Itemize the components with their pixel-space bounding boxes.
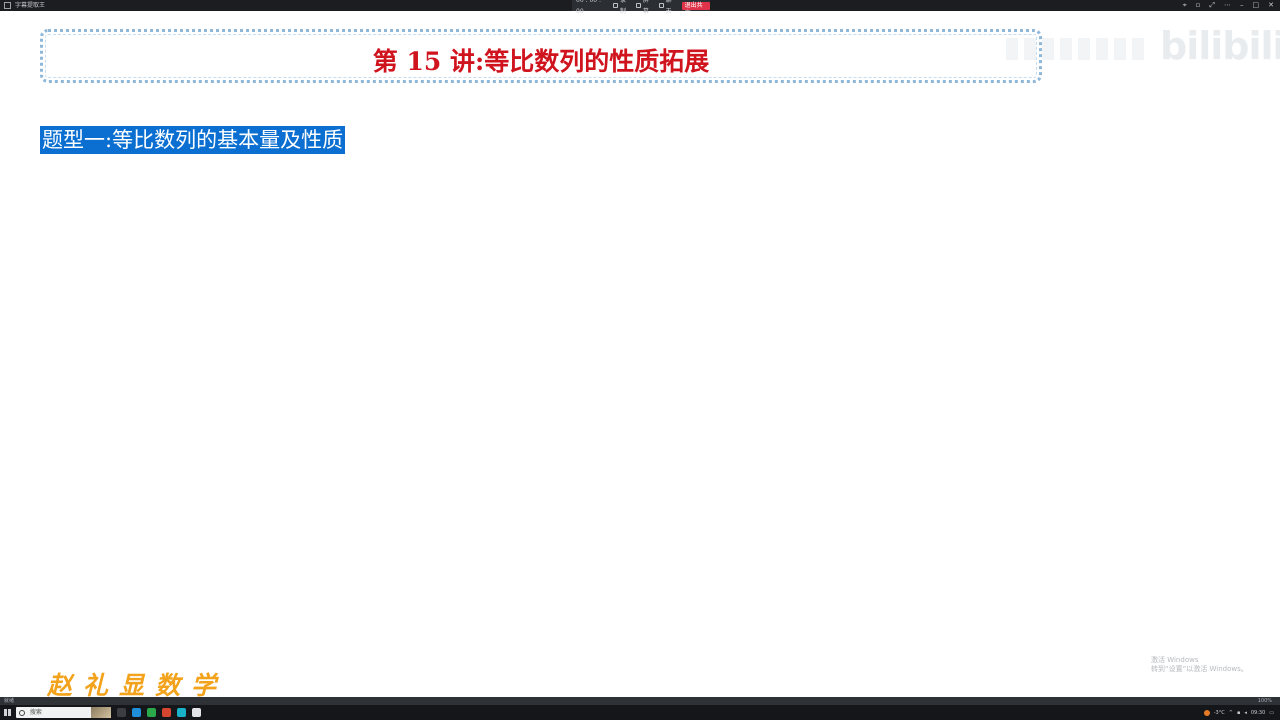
- screen-button[interactable]: 屏幕: [636, 0, 654, 17]
- slide-title: 第 15 讲:等比数列的性质拓展: [372, 47, 710, 76]
- active-app-icon[interactable]: [192, 708, 201, 717]
- clock[interactable]: 09:30: [1251, 710, 1265, 716]
- system-tray: -3°C ^ ▪ ◂ 09:30 ▭: [1203, 705, 1274, 720]
- bilibili-watermark: bilibili: [1160, 24, 1280, 68]
- expand-icon[interactable]: ⤢: [1209, 0, 1215, 11]
- pin-icon[interactable]: ⌖: [1183, 0, 1187, 11]
- temperature-readout: -3°C: [1213, 709, 1225, 716]
- taskbar: 搜索 -3°C ^ ▪ ◂ 09:30 ▭: [0, 705, 1280, 720]
- app-title: 字幕提取王: [15, 2, 46, 9]
- taskbar-search-input[interactable]: 搜索: [16, 707, 111, 718]
- end-share-button[interactable]: 退出共享: [681, 1, 711, 17]
- more-icon[interactable]: ⋯: [1224, 0, 1231, 11]
- maximize-icon[interactable]: □: [1253, 0, 1260, 11]
- task-view-icon[interactable]: [117, 708, 126, 717]
- status-text: 就绪: [4, 698, 15, 704]
- record-icon: [613, 3, 619, 8]
- close-icon[interactable]: ✕: [1268, 0, 1274, 11]
- watermark-text-lines: [1006, 38, 1146, 60]
- search-icon: [19, 709, 25, 716]
- screen-icon: [636, 3, 641, 8]
- volume-icon[interactable]: ◂: [1244, 710, 1247, 716]
- spreadsheet-app-icon[interactable]: [147, 708, 156, 717]
- weather-icon[interactable]: [1203, 709, 1210, 716]
- layout-icon[interactable]: ▫: [1196, 0, 1201, 11]
- section-heading-selected[interactable]: 题型一:等比数列的基本量及性质: [40, 126, 346, 154]
- window-title-bar: 字幕提取王 00 : 00 : 00 录制 屏幕 聊天 退出共享 ⌖ ▫ ⤢ ⋯…: [0, 0, 1280, 17]
- edge-icon[interactable]: [132, 708, 141, 717]
- chat-icon: [658, 3, 664, 8]
- activate-windows-notice: 激活 Windows 转到“设置”以激活 Windows。: [1151, 656, 1248, 673]
- zoom-level[interactable]: 100%: [1258, 697, 1272, 705]
- chat-button[interactable]: 聊天: [658, 0, 677, 17]
- taskbar-apps: [117, 708, 201, 717]
- notification-icon[interactable]: ▭: [1269, 710, 1274, 716]
- app-icon: [4, 2, 11, 9]
- tray-chevron-icon[interactable]: ^: [1229, 710, 1233, 716]
- network-icon[interactable]: ▪: [1237, 710, 1240, 716]
- minimize-icon[interactable]: –: [1240, 0, 1244, 11]
- search-highlight-image: [91, 707, 111, 718]
- window-controls: ⌖ ▫ ⤢ ⋯ – □ ✕: [1183, 0, 1274, 11]
- app-status-bar: 就绪 100%: [0, 697, 1280, 705]
- meeting-control-bar: 00 : 00 : 00 录制 屏幕 聊天 退出共享: [572, 0, 711, 17]
- office-app-icon[interactable]: [162, 708, 171, 717]
- meeting-timer: 00 : 00 : 00: [576, 0, 602, 15]
- meeting-app-icon[interactable]: [177, 708, 186, 717]
- record-button[interactable]: 录制: [613, 0, 631, 17]
- windows-start-icon[interactable]: [4, 709, 11, 716]
